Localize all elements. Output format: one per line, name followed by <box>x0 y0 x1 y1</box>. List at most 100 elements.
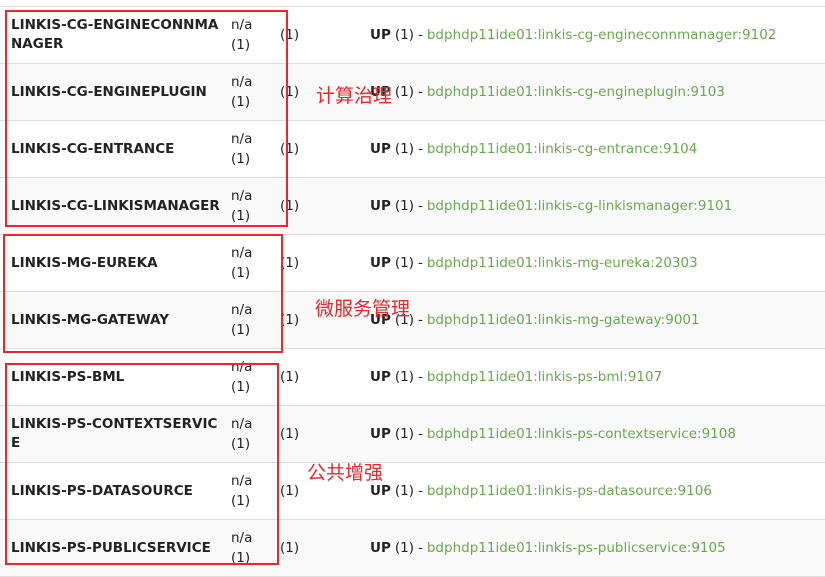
instance-link[interactable]: bdphdp11ide01:linkis-mg-eureka:20303 <box>427 255 698 271</box>
status-count: (1) <box>394 369 414 385</box>
table-row: LINKIS-PS-DATASOURCE n/a (1) (1) UP (1) … <box>0 463 825 520</box>
status-value: UP <box>370 255 391 271</box>
availability-zones: (1) <box>280 540 300 556</box>
status-cell: UP (1) - bdphdp11ide01:linkis-ps-datasou… <box>370 463 712 519</box>
microservice-management-label: 微服务管理 <box>315 298 411 320</box>
status-separator: - <box>417 426 423 442</box>
ami-cell: n/a (1) <box>231 129 252 169</box>
availability-zones: (1) <box>280 483 300 499</box>
ami-cell: n/a (1) <box>231 243 252 283</box>
status-separator: - <box>417 540 423 556</box>
ami-count: (1) <box>231 151 251 167</box>
ami-value: n/a <box>231 74 253 90</box>
application-name: LINKIS-PS-DATASOURCE <box>11 482 193 499</box>
status-separator: - <box>417 141 423 157</box>
instance-link[interactable]: bdphdp11ide01:linkis-ps-bml:9107 <box>427 369 662 385</box>
status-separator: - <box>417 369 423 385</box>
instances-table: LINKIS-CG-ENGINECONNMANAGER n/a (1) (1) … <box>0 6 825 577</box>
application-name: LINKIS-MG-GATEWAY <box>11 311 169 328</box>
table-row: LINKIS-CG-LINKISMANAGER n/a (1) (1) UP (… <box>0 178 825 235</box>
ami-count: (1) <box>231 550 251 566</box>
ami-count: (1) <box>231 379 251 395</box>
application-name: LINKIS-PS-BML <box>11 368 125 385</box>
ami-cell: n/a (1) <box>231 471 252 511</box>
status-cell: UP (1) - bdphdp11ide01:linkis-cg-entranc… <box>370 121 697 177</box>
status-value: UP <box>370 27 391 43</box>
ami-count: (1) <box>231 94 251 110</box>
ami-value: n/a <box>231 131 253 147</box>
status-cell: UP (1) - bdphdp11ide01:linkis-cg-linkism… <box>370 178 732 234</box>
ami-count: (1) <box>231 436 251 452</box>
instance-link[interactable]: bdphdp11ide01:linkis-cg-entrance:9104 <box>427 141 698 157</box>
status-separator: - <box>417 84 423 100</box>
public-enhancement-label: 公共增强 <box>307 462 384 484</box>
table-row: LINKIS-PS-PUBLICSERVICE n/a (1) (1) UP (… <box>0 520 825 577</box>
application-name: LINKIS-CG-LINKISMANAGER <box>11 197 220 214</box>
status-count: (1) <box>394 198 414 214</box>
ami-value: n/a <box>231 473 253 489</box>
status-cell: UP (1) - bdphdp11ide01:linkis-mg-eureka:… <box>370 235 698 291</box>
instance-link[interactable]: bdphdp11ide01:linkis-cg-linkismanager:91… <box>427 198 732 214</box>
instance-link[interactable]: bdphdp11ide01:linkis-ps-datasource:9106 <box>427 483 712 499</box>
table-row: LINKIS-MG-GATEWAY n/a (1) (1) UP (1) - b… <box>0 292 825 349</box>
status-count: (1) <box>394 483 414 499</box>
status-separator: - <box>417 483 423 499</box>
availability-zones: (1) <box>280 255 300 271</box>
ami-cell: n/a (1) <box>231 15 252 55</box>
ami-value: n/a <box>231 359 253 375</box>
status-count: (1) <box>394 255 414 271</box>
availability-zones: (1) <box>280 198 300 214</box>
availability-zones: (1) <box>280 312 300 328</box>
status-count: (1) <box>394 84 414 100</box>
instance-link[interactable]: bdphdp11ide01:linkis-cg-engineplugin:910… <box>427 84 725 100</box>
status-count: (1) <box>394 141 414 157</box>
status-value: UP <box>370 369 391 385</box>
status-separator: - <box>417 198 423 214</box>
instance-link[interactable]: bdphdp11ide01:linkis-cg-engineconnmanage… <box>427 27 777 43</box>
application-name: LINKIS-CG-ENGINECONNMANAGER <box>11 17 219 52</box>
ami-value: n/a <box>231 17 253 33</box>
application-name: LINKIS-CG-ENTRANCE <box>11 140 175 157</box>
status-cell: UP (1) - bdphdp11ide01:linkis-cg-enginep… <box>370 64 725 120</box>
status-value: UP <box>370 198 391 214</box>
table-row: LINKIS-CG-ENTRANCE n/a (1) (1) UP (1) - … <box>0 121 825 178</box>
instance-link[interactable]: bdphdp11ide01:linkis-ps-publicservice:91… <box>427 540 726 556</box>
ami-cell: n/a (1) <box>231 528 252 568</box>
application-name: LINKIS-MG-EUREKA <box>11 254 158 271</box>
status-separator: - <box>417 255 423 271</box>
ami-count: (1) <box>231 265 251 281</box>
availability-zones: (1) <box>280 141 300 157</box>
table-row: LINKIS-MG-EUREKA n/a (1) (1) UP (1) - bd… <box>0 235 825 292</box>
status-value: UP <box>370 141 391 157</box>
status-count: (1) <box>394 426 414 442</box>
availability-zones: (1) <box>280 369 300 385</box>
status-cell: UP (1) - bdphdp11ide01:linkis-ps-publics… <box>370 520 726 576</box>
compute-governance-label: 计算治理 <box>316 85 393 107</box>
ami-value: n/a <box>231 302 253 318</box>
ami-cell: n/a (1) <box>231 72 252 112</box>
availability-zones: (1) <box>280 426 300 442</box>
status-cell: UP (1) - bdphdp11ide01:linkis-mg-gateway… <box>370 292 700 348</box>
status-cell: UP (1) - bdphdp11ide01:linkis-cg-enginec… <box>370 7 776 63</box>
ami-cell: n/a (1) <box>231 186 252 226</box>
table-row: LINKIS-CG-ENGINECONNMANAGER n/a (1) (1) … <box>0 6 825 64</box>
ami-value: n/a <box>231 416 253 432</box>
status-value: UP <box>370 540 391 556</box>
status-count: (1) <box>394 27 414 43</box>
availability-zones: (1) <box>280 27 300 43</box>
application-name: LINKIS-CG-ENGINEPLUGIN <box>11 83 207 100</box>
status-value: UP <box>370 426 391 442</box>
instance-link[interactable]: bdphdp11ide01:linkis-ps-contextservice:9… <box>427 426 736 442</box>
ami-cell: n/a (1) <box>231 414 252 454</box>
instance-link[interactable]: bdphdp11ide01:linkis-mg-gateway:9001 <box>427 312 700 328</box>
application-name: LINKIS-PS-PUBLICSERVICE <box>11 539 211 556</box>
status-separator: - <box>417 27 423 43</box>
ami-count: (1) <box>231 37 251 53</box>
availability-zones: (1) <box>280 84 300 100</box>
status-value: UP <box>370 483 391 499</box>
status-cell: UP (1) - bdphdp11ide01:linkis-ps-bml:910… <box>370 349 662 405</box>
status-cell: UP (1) - bdphdp11ide01:linkis-ps-context… <box>370 406 736 462</box>
table-row: LINKIS-CG-ENGINEPLUGIN n/a (1) (1) UP (1… <box>0 64 825 121</box>
ami-cell: n/a (1) <box>231 357 252 397</box>
status-count: (1) <box>394 540 414 556</box>
